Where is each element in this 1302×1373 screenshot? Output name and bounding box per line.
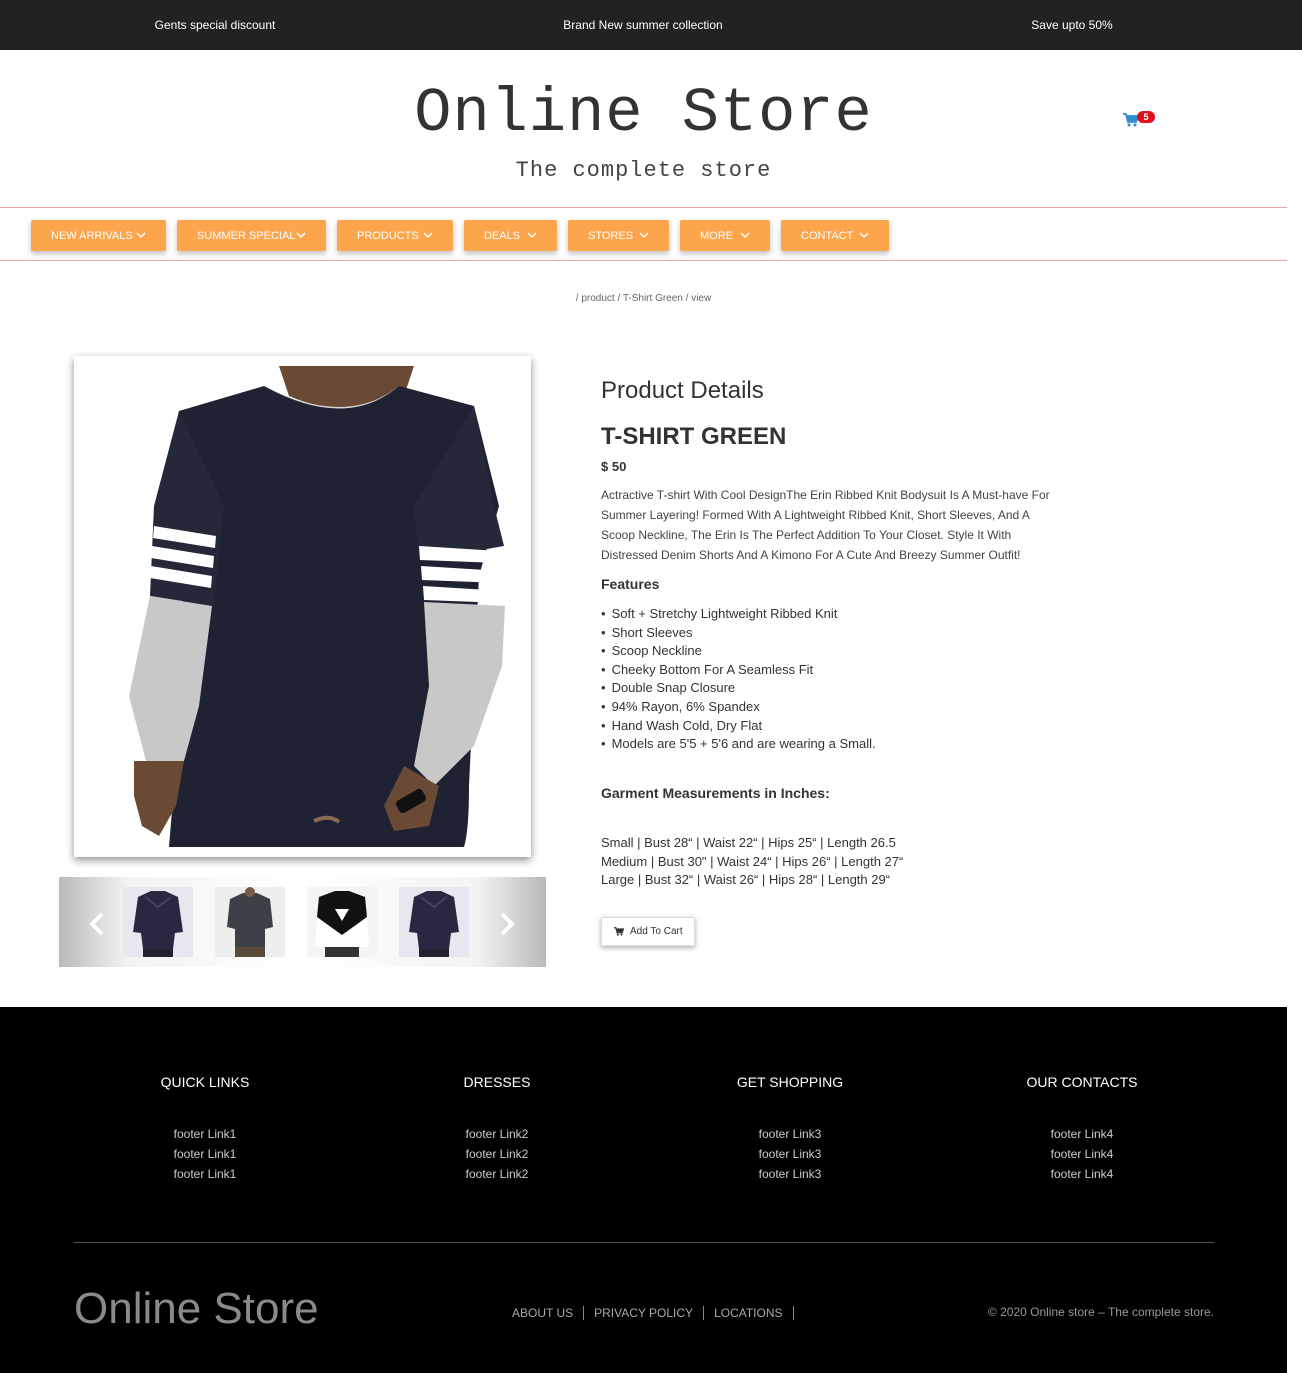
- chevron-down-icon: [136, 232, 146, 239]
- footer-link[interactable]: footer Link1: [105, 1144, 305, 1164]
- product-price: $ 50: [601, 459, 627, 474]
- measurement-row: Small | Bust 28“ | Waist 22“ | Hips 25“ …: [601, 835, 896, 850]
- nav-label: NEW ARRIVALS: [51, 229, 133, 242]
- chevron-down-icon: [296, 232, 306, 239]
- chevron-right-icon[interactable]: [497, 912, 517, 936]
- footer-link-privacy-policy[interactable]: PRIVACY POLICY: [594, 1306, 705, 1320]
- site-footer: QUICK LINKS footer Link1 footer Link1 fo…: [0, 1007, 1287, 1373]
- footer-link[interactable]: footer Link1: [105, 1164, 305, 1184]
- measurement-row: Large | Bust 32“ | Waist 26“ | Hips 28“ …: [601, 872, 891, 888]
- footer-column-quick-links: QUICK LINKS footer Link1 footer Link1 fo…: [105, 1074, 305, 1184]
- nav-products[interactable]: PRODUCTS: [337, 220, 453, 251]
- nav-contact[interactable]: CONTACT: [781, 220, 889, 251]
- nav-label: SUMMER SPECIAL: [197, 229, 296, 242]
- promo-right: Save upto 50%: [1031, 18, 1113, 32]
- footer-link[interactable]: footer Link4: [982, 1144, 1182, 1164]
- footer-link[interactable]: footer Link3: [690, 1164, 890, 1184]
- footer-brand[interactable]: Online Store: [74, 1284, 319, 1334]
- footer-column-get-shopping: GET SHOPPING footer Link3 footer Link3 f…: [690, 1074, 890, 1184]
- nav-label: DEALS: [484, 229, 521, 242]
- footer-column-heading: QUICK LINKS: [160, 1074, 250, 1090]
- thumbnail-carousel: [59, 877, 546, 967]
- vneck-thumbnail-image: [307, 887, 377, 957]
- feature-item: Short Sleeves: [601, 624, 876, 643]
- chevron-down-icon: [423, 232, 433, 239]
- chevron-down-icon: [740, 232, 750, 239]
- shirt-thumbnail-image: [123, 887, 193, 957]
- promo-center: Brand New summer collection: [563, 18, 723, 32]
- footer-link[interactable]: footer Link3: [690, 1124, 890, 1144]
- shopping-cart-icon: [614, 927, 624, 936]
- footer-column-heading: GET SHOPPING: [736, 1074, 844, 1090]
- nav-deals[interactable]: DEALS: [464, 220, 557, 251]
- chevron-down-icon: [527, 232, 537, 239]
- nav-more[interactable]: MORE: [680, 220, 770, 251]
- product-details-heading: Product Details: [601, 377, 764, 404]
- nav-new-arrivals[interactable]: NEW ARRIVALS: [31, 220, 166, 251]
- tshirt-photo: [84, 366, 521, 847]
- thumbnail[interactable]: [215, 887, 285, 957]
- footer-link[interactable]: footer Link2: [397, 1144, 597, 1164]
- thumbnail[interactable]: [307, 887, 377, 957]
- promo-bar: Gents special discount Brand New summer …: [0, 0, 1302, 50]
- henley-thumbnail-image: [215, 887, 285, 957]
- feature-item: Models are 5'5 + 5'6 and are wearing a S…: [601, 735, 876, 754]
- chevron-down-icon: [639, 232, 649, 239]
- nav-divider-top: [0, 207, 1287, 208]
- measurements-heading: Garment Measurements in Inches:: [601, 785, 830, 801]
- footer-link[interactable]: footer Link2: [397, 1124, 597, 1144]
- add-to-cart-button[interactable]: Add To Cart: [601, 917, 695, 946]
- nav-label: PRODUCTS: [357, 229, 419, 242]
- feature-item: Hand Wash Cold, Dry Flat: [601, 717, 876, 736]
- footer-link[interactable]: footer Link4: [982, 1164, 1182, 1184]
- site-title[interactable]: Online Store: [0, 78, 1287, 149]
- footer-column-heading: OUR CONTACTS: [1026, 1074, 1138, 1090]
- features-list: Soft + Stretchy Lightweight Ribbed Knit …: [601, 605, 876, 754]
- feature-item: 94% Rayon, 6% Spandex: [601, 698, 876, 717]
- footer-link[interactable]: footer Link1: [105, 1124, 305, 1144]
- nav-summer-special[interactable]: SUMMER SPECIAL: [177, 220, 326, 251]
- shirt-thumbnail-image: [399, 887, 469, 957]
- nav-stores[interactable]: STORES: [568, 220, 669, 251]
- copyright-text: © 2020 Online store – The complete store…: [987, 1305, 1214, 1319]
- footer-link[interactable]: footer Link2: [397, 1164, 597, 1184]
- breadcrumb[interactable]: / product / T-Shirt Green / view: [0, 293, 1287, 304]
- cart-count-badge: 5: [1137, 111, 1155, 123]
- feature-item: Cheeky Bottom For A Seamless Fit: [601, 661, 876, 680]
- feature-item: Scoop Neckline: [601, 642, 876, 661]
- site-tagline: The complete store: [515, 158, 772, 183]
- promo-left: Gents special discount: [154, 18, 276, 32]
- chevron-down-icon: [859, 232, 869, 239]
- cart-button[interactable]: 5: [1123, 111, 1157, 131]
- measurement-row: Medium | Bust 30" | Waist 24“ | Hips 26“…: [601, 853, 904, 869]
- nav-label: CONTACT: [801, 229, 854, 242]
- footer-link-about-us[interactable]: ABOUT US: [512, 1306, 585, 1320]
- footer-column-heading: DRESSES: [463, 1074, 531, 1090]
- footer-link[interactable]: footer Link3: [690, 1144, 890, 1164]
- footer-link-locations[interactable]: LOCATIONS: [714, 1306, 794, 1320]
- thumbnail[interactable]: [123, 887, 193, 957]
- footer-column-our-contacts: OUR CONTACTS footer Link4 footer Link4 f…: [982, 1074, 1182, 1184]
- product-name: T-SHIRT GREEN: [601, 423, 787, 450]
- footer-divider: [74, 1242, 1214, 1243]
- thumbnail[interactable]: [399, 887, 469, 957]
- footer-column-dresses: DRESSES footer Link2 footer Link2 footer…: [397, 1074, 597, 1184]
- footer-link[interactable]: footer Link4: [982, 1124, 1182, 1144]
- product-description: Actractive T-shirt With Cool DesignThe E…: [601, 488, 1050, 562]
- measurements-list: Small | Bust 28“ | Waist 22“ | Hips 25“ …: [601, 834, 903, 890]
- footer-bottom-links: ABOUT US PRIVACY POLICY LOCATIONS: [512, 1306, 804, 1320]
- nav-label: STORES: [588, 229, 634, 242]
- features-heading: Features: [601, 576, 660, 592]
- add-to-cart-label: Add To Cart: [630, 926, 683, 937]
- product-main-image[interactable]: [74, 356, 531, 857]
- nav-divider-bottom: [0, 260, 1287, 261]
- nav-label: MORE: [700, 229, 733, 242]
- feature-item: Double Snap Closure: [601, 679, 876, 698]
- feature-item: Soft + Stretchy Lightweight Ribbed Knit: [601, 605, 876, 624]
- chevron-left-icon[interactable]: [87, 912, 107, 936]
